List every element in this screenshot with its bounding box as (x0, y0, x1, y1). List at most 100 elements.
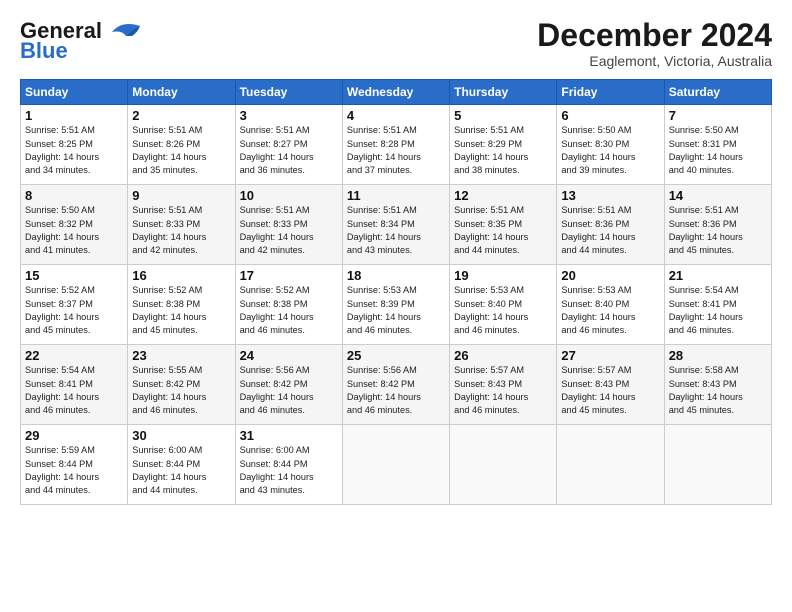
day-info: Sunrise: 5:51 AM Sunset: 8:35 PM Dayligh… (454, 204, 552, 257)
day-number: 17 (240, 268, 338, 283)
table-row: 10Sunrise: 5:51 AM Sunset: 8:33 PM Dayli… (235, 185, 342, 265)
day-number: 23 (132, 348, 230, 363)
day-number: 18 (347, 268, 445, 283)
day-info: Sunrise: 5:53 AM Sunset: 8:39 PM Dayligh… (347, 284, 445, 337)
day-info: Sunrise: 5:51 AM Sunset: 8:29 PM Dayligh… (454, 124, 552, 177)
day-number: 11 (347, 188, 445, 203)
table-row: 30Sunrise: 6:00 AM Sunset: 8:44 PM Dayli… (128, 425, 235, 505)
table-row: 13Sunrise: 5:51 AM Sunset: 8:36 PM Dayli… (557, 185, 664, 265)
table-row: 5Sunrise: 5:51 AM Sunset: 8:29 PM Daylig… (450, 105, 557, 185)
table-row: 2Sunrise: 5:51 AM Sunset: 8:26 PM Daylig… (128, 105, 235, 185)
day-number: 1 (25, 108, 123, 123)
day-info: Sunrise: 5:58 AM Sunset: 8:43 PM Dayligh… (669, 364, 767, 417)
calendar-header-row: Sunday Monday Tuesday Wednesday Thursday… (21, 80, 772, 105)
day-number: 27 (561, 348, 659, 363)
day-number: 13 (561, 188, 659, 203)
table-row: 24Sunrise: 5:56 AM Sunset: 8:42 PM Dayli… (235, 345, 342, 425)
day-number: 30 (132, 428, 230, 443)
day-number: 9 (132, 188, 230, 203)
day-info: Sunrise: 5:51 AM Sunset: 8:28 PM Dayligh… (347, 124, 445, 177)
table-row: 12Sunrise: 5:51 AM Sunset: 8:35 PM Dayli… (450, 185, 557, 265)
calendar-week-row: 22Sunrise: 5:54 AM Sunset: 8:41 PM Dayli… (21, 345, 772, 425)
col-monday: Monday (128, 80, 235, 105)
day-number: 29 (25, 428, 123, 443)
day-number: 31 (240, 428, 338, 443)
day-number: 8 (25, 188, 123, 203)
table-row: 8Sunrise: 5:50 AM Sunset: 8:32 PM Daylig… (21, 185, 128, 265)
logo-blue: Blue (20, 38, 68, 64)
table-row: 3Sunrise: 5:51 AM Sunset: 8:27 PM Daylig… (235, 105, 342, 185)
calendar-week-row: 29Sunrise: 5:59 AM Sunset: 8:44 PM Dayli… (21, 425, 772, 505)
table-row: 15Sunrise: 5:52 AM Sunset: 8:37 PM Dayli… (21, 265, 128, 345)
day-number: 14 (669, 188, 767, 203)
day-number: 2 (132, 108, 230, 123)
table-row: 11Sunrise: 5:51 AM Sunset: 8:34 PM Dayli… (342, 185, 449, 265)
day-info: Sunrise: 5:57 AM Sunset: 8:43 PM Dayligh… (454, 364, 552, 417)
day-info: Sunrise: 5:50 AM Sunset: 8:31 PM Dayligh… (669, 124, 767, 177)
day-info: Sunrise: 6:00 AM Sunset: 8:44 PM Dayligh… (240, 444, 338, 497)
day-number: 12 (454, 188, 552, 203)
day-info: Sunrise: 5:55 AM Sunset: 8:42 PM Dayligh… (132, 364, 230, 417)
day-info: Sunrise: 5:51 AM Sunset: 8:36 PM Dayligh… (561, 204, 659, 257)
day-info: Sunrise: 5:51 AM Sunset: 8:27 PM Dayligh… (240, 124, 338, 177)
table-row (342, 425, 449, 505)
logo: General Blue (20, 18, 142, 64)
table-row: 20Sunrise: 5:53 AM Sunset: 8:40 PM Dayli… (557, 265, 664, 345)
day-info: Sunrise: 5:56 AM Sunset: 8:42 PM Dayligh… (347, 364, 445, 417)
title-block: December 2024 Eaglemont, Victoria, Austr… (537, 18, 772, 69)
day-info: Sunrise: 5:50 AM Sunset: 8:32 PM Dayligh… (25, 204, 123, 257)
day-number: 6 (561, 108, 659, 123)
day-number: 26 (454, 348, 552, 363)
day-info: Sunrise: 5:51 AM Sunset: 8:25 PM Dayligh… (25, 124, 123, 177)
table-row: 25Sunrise: 5:56 AM Sunset: 8:42 PM Dayli… (342, 345, 449, 425)
table-row: 1Sunrise: 5:51 AM Sunset: 8:25 PM Daylig… (21, 105, 128, 185)
day-info: Sunrise: 5:52 AM Sunset: 8:38 PM Dayligh… (132, 284, 230, 337)
day-number: 25 (347, 348, 445, 363)
calendar-week-row: 15Sunrise: 5:52 AM Sunset: 8:37 PM Dayli… (21, 265, 772, 345)
calendar-week-row: 1Sunrise: 5:51 AM Sunset: 8:25 PM Daylig… (21, 105, 772, 185)
day-number: 15 (25, 268, 123, 283)
day-info: Sunrise: 5:57 AM Sunset: 8:43 PM Dayligh… (561, 364, 659, 417)
table-row: 7Sunrise: 5:50 AM Sunset: 8:31 PM Daylig… (664, 105, 771, 185)
table-row: 28Sunrise: 5:58 AM Sunset: 8:43 PM Dayli… (664, 345, 771, 425)
day-number: 28 (669, 348, 767, 363)
day-info: Sunrise: 5:51 AM Sunset: 8:33 PM Dayligh… (240, 204, 338, 257)
day-number: 24 (240, 348, 338, 363)
col-wednesday: Wednesday (342, 80, 449, 105)
day-info: Sunrise: 5:56 AM Sunset: 8:42 PM Dayligh… (240, 364, 338, 417)
day-number: 22 (25, 348, 123, 363)
logo-bird-icon (104, 18, 142, 40)
table-row (450, 425, 557, 505)
table-row: 29Sunrise: 5:59 AM Sunset: 8:44 PM Dayli… (21, 425, 128, 505)
table-row: 23Sunrise: 5:55 AM Sunset: 8:42 PM Dayli… (128, 345, 235, 425)
day-info: Sunrise: 5:52 AM Sunset: 8:38 PM Dayligh… (240, 284, 338, 337)
day-info: Sunrise: 5:53 AM Sunset: 8:40 PM Dayligh… (561, 284, 659, 337)
table-row: 17Sunrise: 5:52 AM Sunset: 8:38 PM Dayli… (235, 265, 342, 345)
day-info: Sunrise: 5:59 AM Sunset: 8:44 PM Dayligh… (25, 444, 123, 497)
table-row: 14Sunrise: 5:51 AM Sunset: 8:36 PM Dayli… (664, 185, 771, 265)
table-row: 26Sunrise: 5:57 AM Sunset: 8:43 PM Dayli… (450, 345, 557, 425)
day-number: 21 (669, 268, 767, 283)
day-info: Sunrise: 5:51 AM Sunset: 8:33 PM Dayligh… (132, 204, 230, 257)
calendar-week-row: 8Sunrise: 5:50 AM Sunset: 8:32 PM Daylig… (21, 185, 772, 265)
table-row: 6Sunrise: 5:50 AM Sunset: 8:30 PM Daylig… (557, 105, 664, 185)
day-info: Sunrise: 5:51 AM Sunset: 8:26 PM Dayligh… (132, 124, 230, 177)
table-row (557, 425, 664, 505)
table-row: 9Sunrise: 5:51 AM Sunset: 8:33 PM Daylig… (128, 185, 235, 265)
table-row: 27Sunrise: 5:57 AM Sunset: 8:43 PM Dayli… (557, 345, 664, 425)
day-number: 16 (132, 268, 230, 283)
table-row: 16Sunrise: 5:52 AM Sunset: 8:38 PM Dayli… (128, 265, 235, 345)
day-info: Sunrise: 5:51 AM Sunset: 8:34 PM Dayligh… (347, 204, 445, 257)
day-info: Sunrise: 6:00 AM Sunset: 8:44 PM Dayligh… (132, 444, 230, 497)
day-number: 7 (669, 108, 767, 123)
day-info: Sunrise: 5:53 AM Sunset: 8:40 PM Dayligh… (454, 284, 552, 337)
day-number: 10 (240, 188, 338, 203)
col-sunday: Sunday (21, 80, 128, 105)
col-tuesday: Tuesday (235, 80, 342, 105)
month-title: December 2024 (537, 18, 772, 53)
col-saturday: Saturday (664, 80, 771, 105)
day-number: 20 (561, 268, 659, 283)
table-row: 19Sunrise: 5:53 AM Sunset: 8:40 PM Dayli… (450, 265, 557, 345)
col-thursday: Thursday (450, 80, 557, 105)
table-row: 18Sunrise: 5:53 AM Sunset: 8:39 PM Dayli… (342, 265, 449, 345)
